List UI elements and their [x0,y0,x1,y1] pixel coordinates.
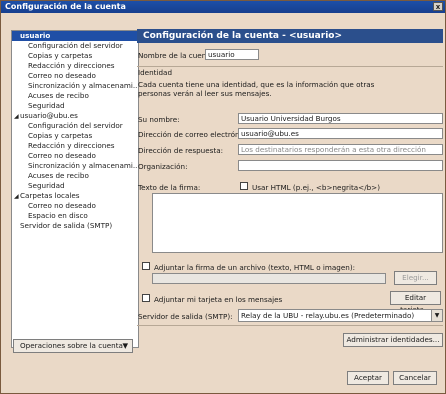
sidebar-item[interactable]: Seguridad [12,181,138,191]
sidebar-item[interactable]: Configuración del servidor [12,121,138,131]
sidebar-item-label: Seguridad [28,181,65,190]
sidebar-item[interactable]: Correo no deseado [12,151,138,161]
sidebar-item-label: Espacio en disco [28,211,88,220]
signature-label: Texto de la firma: [138,183,201,192]
email-label: Dirección de correo electrónico: [138,130,253,139]
reply-input[interactable]: Los destinatarios responderán a esta otr… [238,144,443,155]
sidebar-item[interactable]: Redacción y direcciones [12,141,138,151]
sidebar-item[interactable]: Servidor de salida (SMTP) [12,221,138,231]
smtp-label: Servidor de salida (SMTP): [138,312,233,321]
account-operations-button[interactable]: Operaciones sobre la cuenta ▼ [13,339,133,353]
account-operations-label: Operaciones sobre la cuenta [20,341,123,350]
sidebar-item-label: Acuses de recibo [28,171,89,180]
sidebar-item[interactable]: Acuses de recibo [12,171,138,181]
reply-label: Dirección de respuesta: [138,146,224,155]
attach-signature-label: Adjuntar la firma de un archivo (texto, … [154,263,356,272]
sidebar-item[interactable]: Sincronización y almacenami... [12,81,138,91]
sidebar-item-label: Redacción y direcciones [28,61,115,70]
sidebar-item[interactable]: ◢usuario@ubu.es [12,111,138,121]
manage-identities-button[interactable]: Administrar identidades... [343,333,443,347]
use-html-checkbox[interactable] [240,182,248,190]
account-tree[interactable]: usuario Configuración del servidor Copias … [11,30,139,348]
sidebar-item[interactable]: Configuración del servidor [12,41,138,51]
sidebar-item[interactable]: Correo no deseado [12,71,138,81]
sidebar-item-label: Copias y carpetas [28,51,93,60]
sidebar-item[interactable]: Copias y carpetas [12,131,138,141]
sidebar-item-label: Correo no deseado [28,201,96,210]
chevron-down-icon: ▼ [431,310,442,321]
sidebar-item-label: Correo no deseado [28,71,96,80]
sidebar-item[interactable]: Acuses de recibo [12,91,138,101]
sidebar-item[interactable]: usuario [12,31,138,41]
identity-title: Identidad [138,68,173,77]
title-bar: Configuración de la cuenta x [1,1,445,13]
smtp-select-value: Relay de la UBU - relay.ubu.es (Predeter… [241,311,415,320]
attach-signature-checkbox[interactable] [142,262,150,270]
account-settings-window: Configuración de la cuenta x usuario Conf… [0,0,446,394]
sidebar-item[interactable]: ◢Carpetas locales [12,191,138,201]
choose-file-button[interactable]: Elegir... [394,271,437,285]
signature-file-input[interactable] [152,273,386,284]
sidebar-item-label: Acuses de recibo [28,91,89,100]
sidebar-item[interactable]: Espacio en disco [12,211,138,221]
settings-pane: Configuración de la cuenta - <usuario> N… [137,16,445,392]
sidebar-item-label: Redacción y direcciones [28,141,115,150]
cancel-button[interactable]: Cancelar [393,371,437,385]
identity-divider [137,66,443,67]
attach-vcard-checkbox[interactable] [142,294,150,302]
sidebar-item-label: Correo no deseado [28,151,96,160]
sidebar-item-label: Carpetas locales [20,191,80,200]
edit-card-button[interactable]: Editar tarjeta... [390,291,441,314]
sidebar-item-label: usuario [20,31,51,40]
email-input[interactable]: usuario@ubu.es [238,128,443,139]
name-label: Su nombre: [138,115,180,124]
sidebar-item-label: Configuración del servidor [28,121,123,130]
identity-description: Cada cuenta tiene una identidad, que es … [138,80,375,98]
sidebar-item-label: Sincronización y almacenami... [28,161,139,170]
sidebar-item[interactable]: Correo no deseado [12,201,138,211]
account-name-input[interactable]: usuario [205,49,259,60]
accept-button[interactable]: Aceptar [347,371,389,385]
attach-vcard-label: Adjuntar mi tarjeta en los mensajes [154,295,283,304]
chevron-down-icon: ▼ [122,341,128,350]
sidebar-item-label: Configuración del servidor [28,41,123,50]
left-pane: usuario Configuración del servidor Copias … [4,16,141,380]
organization-label: Organización: [138,162,188,171]
sidebar-item-label: Seguridad [28,101,65,110]
sidebar-item[interactable]: Copias y carpetas [12,51,138,61]
sidebar-item[interactable]: Sincronización y almacenami... [12,161,138,171]
sidebar-item[interactable]: Redacción y direcciones [12,61,138,71]
sidebar-item[interactable]: Seguridad [12,101,138,111]
sidebar-item-label: Servidor de salida (SMTP) [20,221,113,230]
organization-input[interactable] [238,160,443,171]
signature-textarea[interactable] [152,193,443,253]
smtp-select[interactable]: Relay de la UBU - relay.ubu.es (Predeter… [238,309,443,322]
use-html-label: Usar HTML (p.ej., <b>negrita</b>) [252,183,381,192]
close-icon[interactable]: x [433,2,443,11]
sidebar-item-label: Copias y carpetas [28,131,93,140]
sidebar-item-label: usuario@ubu.es [20,111,78,120]
divider [137,325,443,326]
window-title: Configuración de la cuenta [5,2,126,11]
sidebar-item-label: Sincronización y almacenami... [28,81,139,90]
page-title: Configuración de la cuenta - <usuario> [137,29,443,43]
name-input[interactable]: Usuario Universidad Burgos [238,113,443,124]
